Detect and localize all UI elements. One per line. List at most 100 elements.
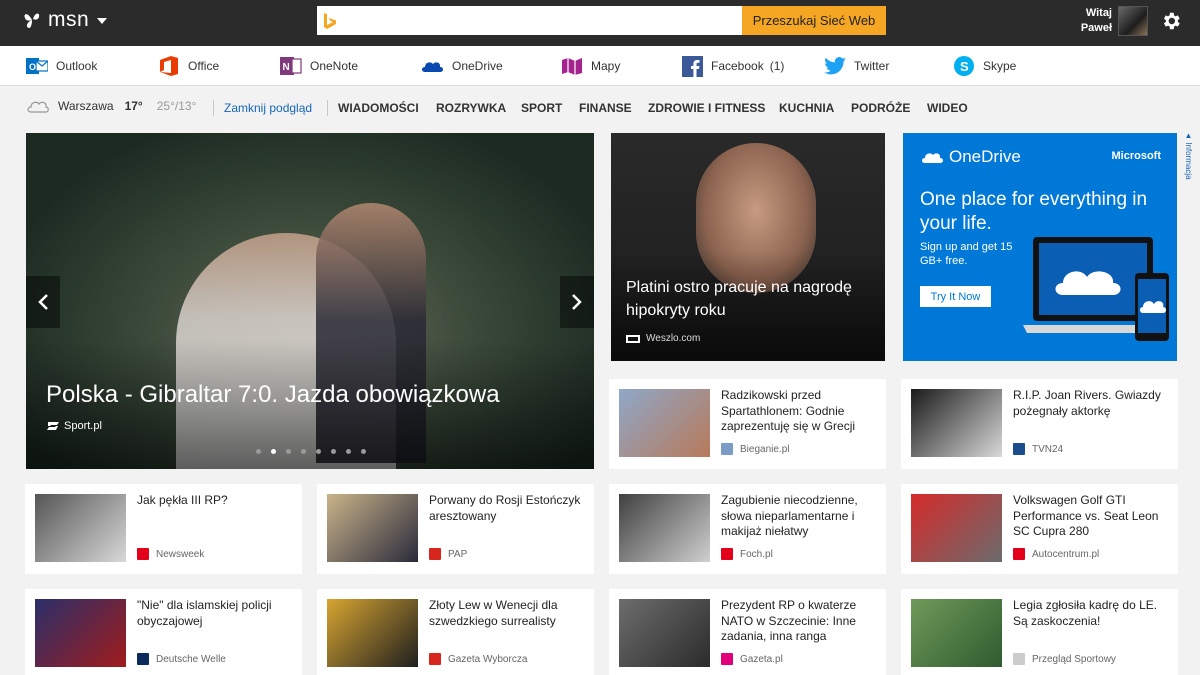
news-title[interactable]: R.I.P. Joan Rivers. Gwiazdy pożegnały ak… bbox=[1013, 388, 1171, 419]
news-thumbnail[interactable] bbox=[35, 599, 126, 667]
carousel-dot[interactable] bbox=[256, 449, 261, 454]
onedrive-ad[interactable]: OneDrive Microsoft One place for everyth… bbox=[903, 133, 1177, 361]
news-card[interactable]: Radzikowski przed Spartathlonem: Godnie … bbox=[609, 379, 886, 469]
news-source-name: Gazeta Wyborcza bbox=[448, 653, 528, 665]
news-card[interactable]: Prezydent RP o kwaterze NATO w Szczecini… bbox=[609, 589, 886, 675]
app-outlook[interactable]: O Outlook bbox=[26, 54, 97, 78]
nav-entertainment[interactable]: ROZRYWKA bbox=[436, 101, 506, 115]
nav-health[interactable]: ZDROWIE I FITNESS bbox=[648, 101, 765, 115]
news-title[interactable]: Prezydent RP o kwaterze NATO w Szczecini… bbox=[721, 598, 879, 645]
news-source: Deutsche Welle bbox=[137, 653, 226, 665]
news-thumbnail[interactable] bbox=[327, 599, 418, 667]
news-thumbnail[interactable] bbox=[911, 599, 1002, 667]
app-label: Outlook bbox=[56, 59, 98, 73]
news-thumbnail[interactable] bbox=[911, 389, 1002, 457]
news-card[interactable]: "Nie" dla islamskiej policji obyczajowej… bbox=[25, 589, 302, 675]
user-greeting: Witaj bbox=[1085, 7, 1112, 19]
news-title[interactable]: Legia zgłosiła kadrę do LE. Są zaskoczen… bbox=[1013, 598, 1171, 629]
news-title[interactable]: Porwany do Rosji Estończyk aresztowany bbox=[429, 493, 587, 524]
close-preview-link[interactable]: Zamknij podgląd bbox=[224, 101, 312, 115]
news-source: Foch.pl bbox=[721, 548, 773, 560]
facebook-icon bbox=[682, 55, 703, 77]
carousel-dot[interactable] bbox=[271, 449, 276, 454]
app-label: OneDrive bbox=[452, 59, 503, 73]
msn-logo[interactable]: msn bbox=[22, 8, 108, 32]
hero-carousel[interactable]: Polska - Gibraltar 7:0. Jazda obowiązkow… bbox=[26, 133, 594, 469]
news-thumbnail[interactable] bbox=[619, 599, 710, 667]
weather-widget[interactable]: Warszawa 17° 25°/13° bbox=[26, 99, 196, 113]
source-logo-icon bbox=[1013, 548, 1025, 560]
news-title[interactable]: Radzikowski przed Spartathlonem: Godnie … bbox=[721, 388, 879, 435]
app-label: OneNote bbox=[310, 59, 359, 73]
news-card[interactable]: Zagubienie niecodzienne, słowa nieparlam… bbox=[609, 484, 886, 574]
app-facebook[interactable]: Facebook (1) bbox=[682, 54, 784, 78]
news-source-name: Bieganie.pl bbox=[740, 443, 790, 455]
nav-food[interactable]: KUCHNIA bbox=[779, 101, 834, 115]
ad-headline: One place for everything in your life. bbox=[920, 189, 1148, 234]
news-thumbnail[interactable] bbox=[911, 494, 1002, 562]
search-input[interactable] bbox=[337, 6, 742, 35]
chevron-down-icon[interactable] bbox=[97, 18, 108, 24]
news-source: Autocentrum.pl bbox=[1013, 548, 1099, 560]
search-button[interactable]: Przeszukaj Sieć Web bbox=[742, 6, 886, 35]
nav-travel[interactable]: PODRÓŻE bbox=[851, 101, 910, 115]
app-onenote[interactable]: N OneNote bbox=[280, 54, 358, 78]
carousel-dot[interactable] bbox=[346, 449, 351, 454]
news-title[interactable]: Złoty Lew w Wenecji dla szwedzkiego surr… bbox=[429, 598, 587, 629]
source-logo-icon bbox=[721, 443, 733, 455]
news-source-name: Foch.pl bbox=[740, 548, 773, 560]
news-source-name: PAP bbox=[448, 548, 468, 560]
notification-count: (1) bbox=[769, 59, 785, 73]
carousel-prev-button[interactable] bbox=[26, 276, 60, 328]
feature-tile[interactable]: Platini ostro pracuje na nagrodę hipokry… bbox=[611, 133, 885, 361]
news-card[interactable]: Volkswagen Golf GTI Performance vs. Seat… bbox=[901, 484, 1178, 574]
app-onedrive[interactable]: OneDrive bbox=[420, 54, 503, 78]
hero-title[interactable]: Polska - Gibraltar 7:0. Jazda obowiązkow… bbox=[46, 381, 500, 409]
avatar[interactable] bbox=[1118, 6, 1148, 36]
feature-title[interactable]: Platini ostro pracuje na nagrodę hipokry… bbox=[626, 276, 881, 322]
news-title[interactable]: "Nie" dla islamskiej policji obyczajowej bbox=[137, 598, 295, 629]
news-thumbnail[interactable] bbox=[35, 494, 126, 562]
carousel-dot[interactable] bbox=[331, 449, 336, 454]
cloud-icon bbox=[27, 101, 49, 113]
feature-source: Weszlo.com bbox=[626, 333, 700, 344]
news-title[interactable]: Zagubienie niecodzienne, słowa nieparlam… bbox=[721, 493, 879, 540]
news-title[interactable]: Volkswagen Golf GTI Performance vs. Seat… bbox=[1013, 493, 1171, 540]
skype-icon: S bbox=[954, 56, 974, 76]
nav-video[interactable]: WIDEO bbox=[927, 101, 968, 115]
carousel-dot[interactable] bbox=[361, 449, 366, 454]
app-office[interactable]: Office bbox=[158, 54, 219, 78]
news-thumbnail[interactable] bbox=[619, 494, 710, 562]
gear-icon[interactable] bbox=[1160, 10, 1182, 32]
carousel-dot[interactable] bbox=[301, 449, 306, 454]
news-card[interactable]: Legia zgłosiła kadrę do LE. Są zaskoczen… bbox=[901, 589, 1178, 675]
app-label: Skype bbox=[983, 59, 1017, 73]
carousel-next-button[interactable] bbox=[560, 276, 594, 328]
source-logo-icon bbox=[137, 653, 149, 665]
carousel-dot[interactable] bbox=[316, 449, 321, 454]
divider bbox=[213, 100, 214, 116]
news-thumbnail[interactable] bbox=[619, 389, 710, 457]
news-card[interactable]: Złoty Lew w Wenecji dla szwedzkiego surr… bbox=[317, 589, 594, 675]
news-card[interactable]: R.I.P. Joan Rivers. Gwiazdy pożegnały ak… bbox=[901, 379, 1178, 469]
app-label: Mapy bbox=[591, 59, 621, 73]
nav-finance[interactable]: FINANSE bbox=[579, 101, 632, 115]
news-thumbnail[interactable] bbox=[327, 494, 418, 562]
carousel-dot[interactable] bbox=[286, 449, 291, 454]
source-logo-icon bbox=[721, 653, 733, 665]
ad-info-label[interactable]: ▲ Informacja bbox=[1181, 131, 1193, 191]
news-title[interactable]: Jak pękła III RP? bbox=[137, 493, 295, 509]
news-source: TVN24 bbox=[1013, 443, 1063, 455]
nav-news[interactable]: WIADOMOŚCI bbox=[338, 101, 419, 115]
user-info[interactable]: Witaj Paweł bbox=[1081, 6, 1148, 36]
ad-company: Microsoft bbox=[1111, 150, 1162, 162]
news-card[interactable]: Porwany do Rosji Estończyk aresztowany PA… bbox=[317, 484, 594, 574]
app-skype[interactable]: S Skype bbox=[953, 54, 1016, 78]
ad-choices-icon: ▲ bbox=[1184, 131, 1193, 140]
news-card[interactable]: Jak pękła III RP? Newsweek bbox=[25, 484, 302, 574]
try-it-now-button[interactable]: Try It Now bbox=[920, 286, 991, 307]
nav-sport[interactable]: SPORT bbox=[521, 101, 562, 115]
weather-range: 25°/13° bbox=[156, 99, 197, 113]
app-twitter[interactable]: Twitter bbox=[824, 54, 889, 78]
app-maps[interactable]: Mapy bbox=[561, 54, 620, 78]
